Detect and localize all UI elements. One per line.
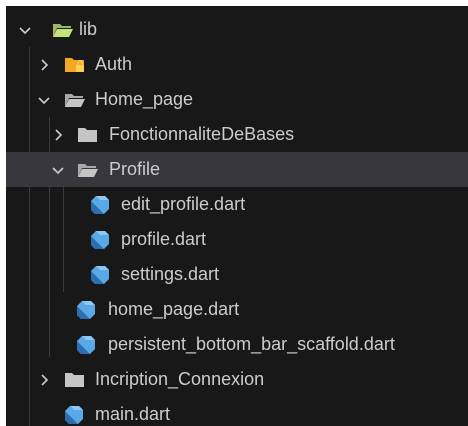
- tree-item-label: profile.dart: [121, 229, 207, 249]
- dart-file-icon: [90, 265, 110, 284]
- chevron-right-icon: [37, 373, 51, 387]
- tree-item-label: main.dart: [95, 404, 171, 424]
- dart-file-icon: [76, 300, 96, 319]
- folder-open-icon: [77, 161, 98, 179]
- tree-item-label: Home_page: [95, 89, 194, 109]
- tree-file-profile-dart[interactable]: profile.dart: [6, 222, 468, 257]
- chevron-down-icon: [37, 93, 51, 107]
- tree-file-persistent-bottom-bar-scaffold-dart[interactable]: persistent_bottom_bar_scaffold.dart: [6, 327, 468, 362]
- dart-file-icon: [76, 335, 96, 354]
- tree-folder-incription-connexion[interactable]: Incription_Connexion: [6, 362, 468, 397]
- tree-item-label: settings.dart: [121, 264, 220, 284]
- tree-item-label: home_page.dart: [108, 299, 240, 319]
- tree-folder-home-page[interactable]: Home_page: [6, 82, 468, 117]
- tree-item-label: Auth: [95, 54, 133, 74]
- tree-item-label: persistent_bottom_bar_scaffold.dart: [108, 334, 395, 354]
- tree-folder-profile[interactable]: Profile: [6, 152, 468, 187]
- tree-folder-lib[interactable]: lib: [6, 12, 468, 47]
- tree-item-label: Incription_Connexion: [95, 369, 265, 389]
- folder-open-icon: [52, 21, 73, 39]
- folder-icon: [77, 126, 97, 144]
- folder-icon: [64, 371, 84, 389]
- file-explorer-tree: lib Auth Home_page FonctionnaliteDeBases: [6, 6, 468, 426]
- dart-file-icon: [90, 230, 110, 249]
- tree-file-settings-dart[interactable]: settings.dart: [6, 257, 468, 292]
- folder-lock-icon: [64, 56, 84, 74]
- tree-item-label: Profile: [109, 159, 161, 179]
- chevron-right-icon: [37, 58, 51, 72]
- tree-file-edit-profile-dart[interactable]: edit_profile.dart: [6, 187, 468, 222]
- tree-file-home-page-dart[interactable]: home_page.dart: [6, 292, 468, 327]
- dart-file-icon: [90, 195, 110, 214]
- tree-item-label: FonctionnaliteDeBases: [109, 124, 295, 144]
- tree-folder-auth[interactable]: Auth: [6, 47, 468, 82]
- tree-file-main-dart[interactable]: main.dart: [6, 397, 468, 426]
- folder-open-icon: [64, 91, 85, 109]
- tree-item-label: lib: [79, 19, 98, 39]
- chevron-down-icon: [18, 23, 32, 37]
- chevron-right-icon: [51, 128, 65, 142]
- tree-folder-fonctionnalite-de-bases[interactable]: FonctionnaliteDeBases: [6, 117, 468, 152]
- chevron-down-icon: [51, 163, 65, 177]
- dart-file-icon: [64, 405, 84, 424]
- tree-item-label: edit_profile.dart: [121, 194, 246, 214]
